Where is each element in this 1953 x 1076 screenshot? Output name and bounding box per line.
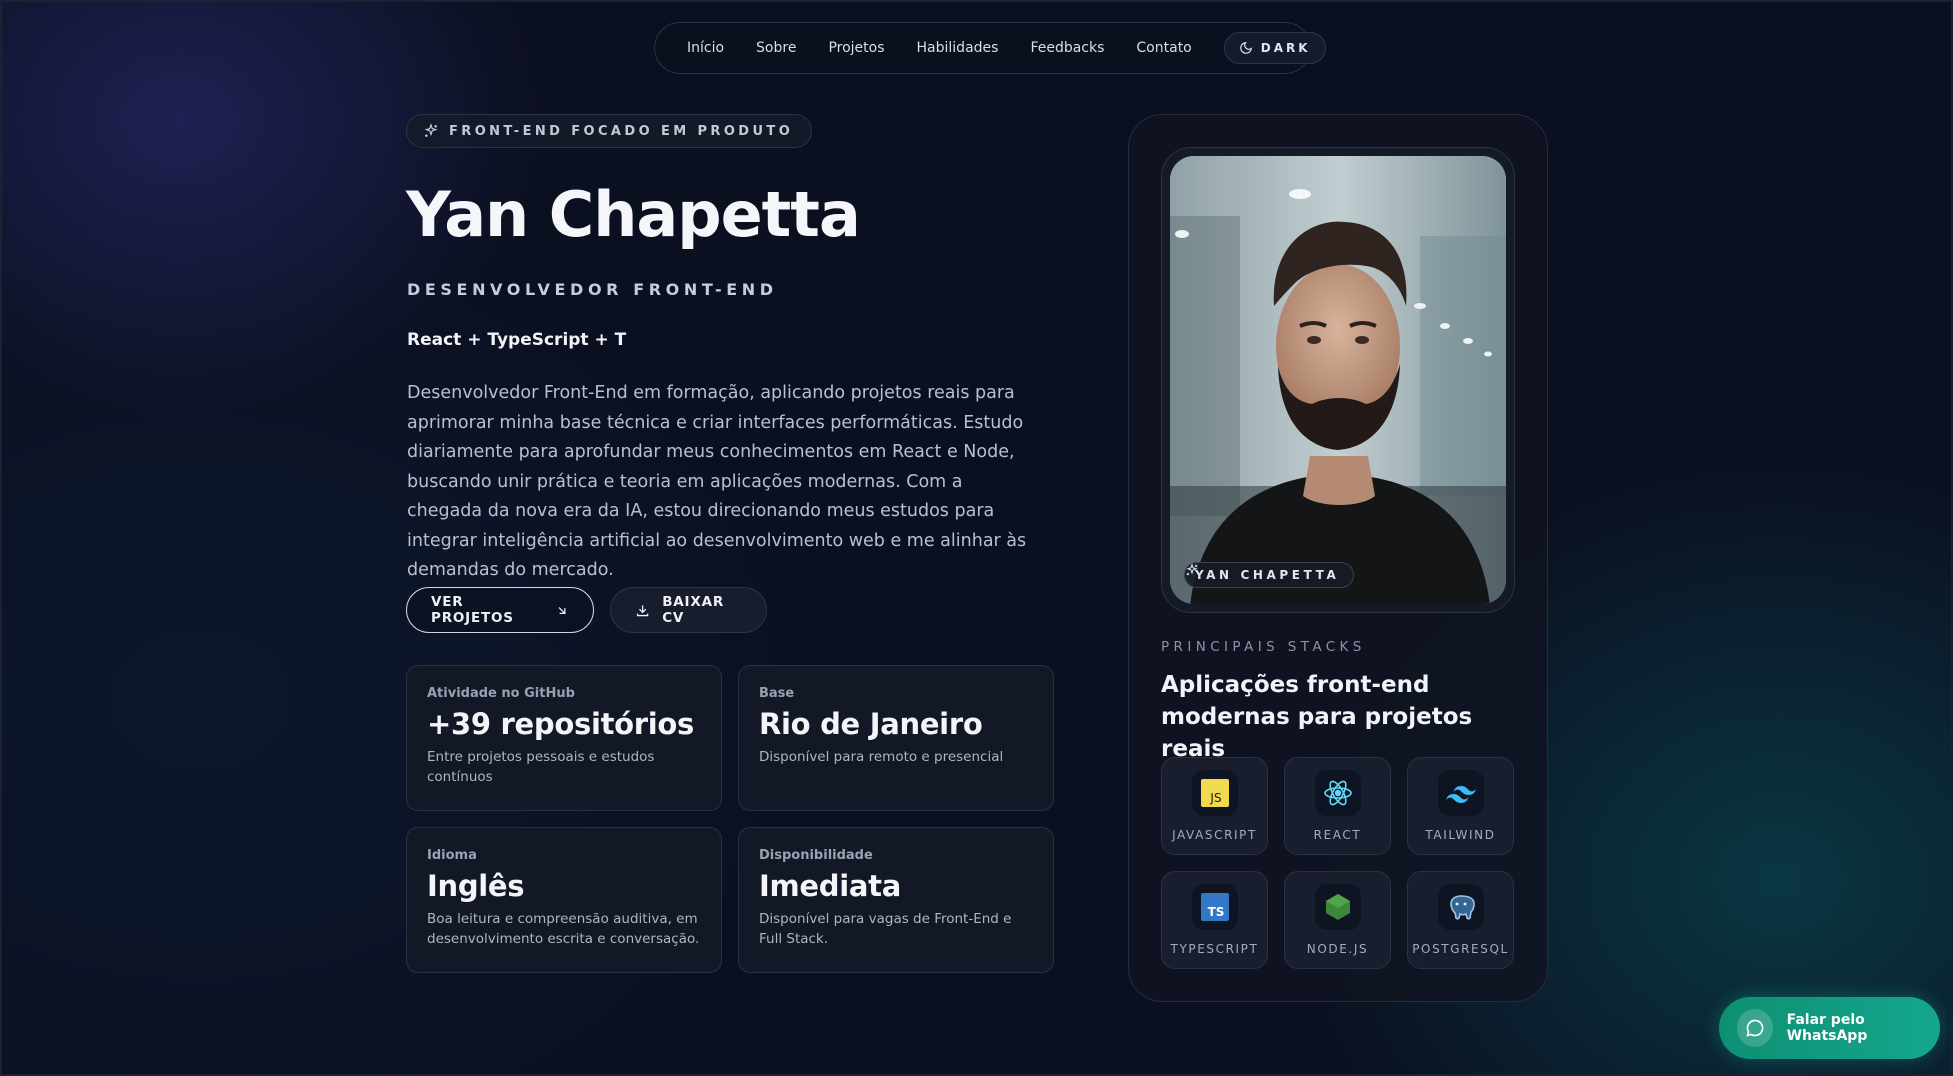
- info-card-availability: Disponibilidade Imediata Disponível para…: [738, 827, 1054, 973]
- info-card-desc: Disponível para remoto e presencial: [759, 749, 1004, 765]
- tech-label: NODE.JS: [1306, 942, 1369, 956]
- nav-link-inicio[interactable]: Início: [687, 40, 724, 56]
- info-card-value: Inglês: [427, 869, 525, 903]
- info-card-desc: Entre projetos pessoais e estudos contín…: [427, 749, 655, 785]
- view-projects-label: VER PROJETOS: [431, 594, 514, 626]
- theme-toggle-label: DARK: [1260, 41, 1311, 55]
- svg-text:TS: TS: [1207, 905, 1224, 919]
- theme-toggle-button[interactable]: DARK: [1223, 32, 1326, 64]
- portrait-illustration: [1170, 156, 1506, 604]
- svg-text:JS: JS: [1209, 791, 1221, 805]
- sparkles-icon: [424, 123, 438, 137]
- tech-label: JAVASCRIPT: [1172, 828, 1257, 842]
- tech-card-postgresql: POSTGRESQL: [1407, 871, 1514, 969]
- hero-name: Yan Chapetta: [406, 178, 861, 251]
- download-cv-label: BAIXAR CV: [662, 594, 725, 626]
- javascript-icon: JS: [1191, 770, 1238, 816]
- hero-badge-text: FRONT-END FOCADO EM PRODUTO: [449, 123, 794, 139]
- chat-bubble-icon: [1737, 1009, 1773, 1047]
- profile-panel: YAN CHAPETTA PRINCIPAIS STACKS Aplicaçõe…: [1128, 114, 1548, 1002]
- tech-card-typescript: TS TYPESCRIPT: [1161, 871, 1268, 969]
- info-card-language: Idioma Inglês Boa leitura e compreensão …: [406, 827, 722, 973]
- info-card-value: +39 repositórios: [427, 707, 695, 741]
- nav-link-sobre[interactable]: Sobre: [756, 40, 796, 56]
- tech-card-react: REACT: [1284, 757, 1391, 855]
- info-card-desc: Boa leitura e compreensão auditiva, em d…: [427, 911, 700, 947]
- info-card-github: Atividade no GitHub +39 repositórios Ent…: [406, 665, 722, 811]
- tech-label: TYPESCRIPT: [1170, 942, 1259, 956]
- nodejs-icon: [1314, 884, 1361, 930]
- download-icon: [636, 604, 649, 616]
- info-card-label: Base: [759, 686, 795, 701]
- sparkles-icon: [1186, 563, 1198, 576]
- moon-icon: [1239, 42, 1252, 54]
- tech-card-tailwind: TAILWIND: [1407, 757, 1514, 855]
- tech-label: REACT: [1313, 828, 1362, 842]
- tech-card-nodejs: NODE.JS: [1284, 871, 1391, 969]
- hero-badge: FRONT-END FOCADO EM PRODUTO: [406, 114, 813, 148]
- info-card-label: Disponibilidade: [759, 848, 873, 863]
- info-card-desc: Disponível para vagas de Front-End e Ful…: [759, 911, 1012, 947]
- nav-link-projetos[interactable]: Projetos: [828, 40, 884, 56]
- info-card-label: Atividade no GitHub: [427, 686, 575, 701]
- download-cv-button[interactable]: BAIXAR CV: [610, 587, 767, 633]
- whatsapp-label: Falar pelo WhatsApp: [1786, 1012, 1868, 1044]
- hero-description: Desenvolvedor Front-End em formação, apl…: [407, 383, 1027, 580]
- hero-role: DESENVOLVEDOR FRONT-END: [407, 280, 778, 299]
- tech-card-javascript: JS JAVASCRIPT: [1161, 757, 1268, 855]
- tech-label: TAILWIND: [1425, 828, 1496, 842]
- tailwind-icon: [1437, 770, 1484, 816]
- whatsapp-button[interactable]: Falar pelo WhatsApp: [1719, 997, 1940, 1059]
- tech-label: POSTGRESQL: [1412, 942, 1509, 956]
- stacks-title: Aplicações front-end modernas para proje…: [1161, 672, 1473, 762]
- nav-link-habilidades[interactable]: Habilidades: [917, 40, 999, 56]
- profile-photo: YAN CHAPETTA: [1170, 156, 1506, 604]
- nav-link-contato[interactable]: Contato: [1136, 40, 1191, 56]
- info-card-base: Base Rio de Janeiro Disponível para remo…: [738, 665, 1054, 811]
- info-card-label: Idioma: [427, 848, 477, 863]
- hero-stack-line: React + TypeScript + T: [407, 330, 627, 350]
- arrow-down-right-icon: [558, 606, 566, 614]
- profile-photo-frame: YAN CHAPETTA: [1161, 147, 1515, 613]
- stacks-kicker: PRINCIPAIS STACKS: [1161, 639, 1366, 655]
- photo-name-tag-text: YAN CHAPETTA: [1195, 568, 1340, 582]
- photo-name-tag: YAN CHAPETTA: [1184, 562, 1355, 588]
- view-projects-button[interactable]: VER PROJETOS: [406, 587, 594, 633]
- info-card-value: Rio de Janeiro: [759, 707, 983, 741]
- info-card-value: Imediata: [759, 869, 901, 903]
- typescript-icon: TS: [1191, 884, 1238, 930]
- nav-link-feedbacks[interactable]: Feedbacks: [1030, 40, 1104, 56]
- react-icon: [1314, 770, 1361, 816]
- top-nav: Início Sobre Projetos Habilidades Feedba…: [654, 22, 1326, 74]
- postgresql-icon: [1437, 884, 1484, 930]
